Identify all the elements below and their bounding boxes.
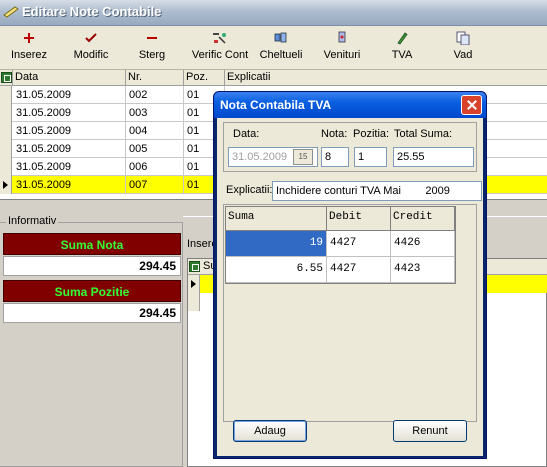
title-bar: Editare Note Contabile [0,0,547,26]
row-selector[interactable] [0,86,12,104]
venituri-button[interactable]: Venituri [320,30,364,66]
cell-debit[interactable]: 4427 [327,257,391,283]
column-header-debit[interactable]: Debit [327,207,391,231]
modific-button[interactable]: Modific [70,30,112,66]
nota-field[interactable]: 8 [321,147,349,167]
renunt-button[interactable]: Renunt [393,420,467,442]
column-header-nr[interactable]: Nr. [126,70,184,86]
suma-pozitie-label: Suma Pozitie [3,280,181,302]
current-row-arrow-icon [3,181,8,189]
current-row-arrow-icon [191,280,196,288]
sterg-button[interactable]: Sterg [132,30,172,66]
tva-dialog: Nota Contabila TVA Data: 31.05.2009 15 N… [213,91,487,459]
row-selector[interactable] [188,293,200,311]
total-suma-field[interactable]: 25.55 [393,147,474,167]
expenses-icon [274,32,287,43]
total-suma-label: Total Suma: [394,128,453,140]
cell-credit[interactable]: 4426 [391,231,455,257]
cell-nr: 004 [126,122,184,140]
income-icon [338,31,346,43]
accounts-frame: Suma Debit Credit 19 4427 4426 6.55 4427… [223,204,477,422]
cheltueli-button[interactable]: Cheltueli [258,30,304,66]
row-selector-current[interactable] [188,275,200,293]
cell-data: 31.05.2009 [13,104,126,122]
accounts-table[interactable]: Suma Debit Credit 19 4427 4426 6.55 4427… [225,206,456,284]
cell-nr: 003 [126,104,184,122]
adaug-button[interactable]: Adaug [233,420,307,442]
suma-nota-value: 294.45 [3,256,181,276]
info-panel: Informativ Suma Nota 294.45 Suma Pozitie… [0,215,183,467]
dialog-title: Nota Contabila TVA [220,98,332,112]
dialog-body: Data: 31.05.2009 15 Nota: 8 Pozitia: 1 T… [217,118,483,456]
nota-label: Nota: [321,128,348,140]
row-selector-current[interactable] [0,176,12,194]
cell-data: 31.05.2009 [13,140,126,158]
grid-header: Data Nr. Poz. Explicatii [0,70,547,86]
row-selector[interactable] [0,122,12,140]
window-title: Editare Note Contabile [22,4,162,19]
calendar-icon: 15 [298,152,308,161]
verify-account-icon [213,33,226,44]
header-fields-frame: Data: 31.05.2009 15 Nota: 8 Pozitia: 1 T… [223,122,477,172]
cell-data: 31.05.2009 [13,86,126,104]
vad-button[interactable]: Vad [448,30,478,66]
tva-button[interactable]: TVA [387,30,417,66]
column-header-credit[interactable]: Credit [391,207,455,231]
row-selector[interactable] [0,140,12,158]
column-header-suma[interactable]: Suma [226,207,327,231]
cell-nr: 006 [126,158,184,176]
cell-data: 31.05.2009 [13,176,126,194]
explicatii-field[interactable]: Inchidere conturi TVA Mai 2009 [272,181,482,201]
cell-data: 31.05.2009 [13,122,126,140]
inserez-button[interactable]: Inserez [8,30,50,66]
cell-suma[interactable]: 19 [226,231,327,257]
grid-corner[interactable] [0,70,13,86]
cell-debit[interactable]: 4427 [327,231,391,257]
pen-icon [397,32,408,45]
column-header-data[interactable]: Data [13,70,126,86]
grid-settings-icon[interactable] [189,261,200,272]
note-icon [3,6,19,18]
plus-icon [24,33,34,43]
verific-cont-button[interactable]: Verific Cont [191,30,249,66]
data-label: Data: [233,128,260,140]
dialog-title-bar[interactable]: Nota Contabila TVA [214,92,486,118]
minus-icon [147,37,157,39]
cell-suma[interactable]: 6.55 [226,257,327,283]
pozitia-label: Pozitia: [353,128,390,140]
close-button[interactable] [461,95,482,115]
calendar-button[interactable]: 15 [293,149,313,165]
toolbar: Inserez Modific Sterg Verific Cont Chelt… [0,26,547,70]
info-legend: Informativ [6,215,59,227]
grid-settings-icon [1,72,12,83]
column-header-explicatii[interactable]: Explicatii [225,70,547,86]
row-selector[interactable] [0,158,12,176]
pozitia-field[interactable]: 1 [354,147,387,167]
cell-nr: 005 [126,140,184,158]
cell-credit[interactable]: 4423 [391,257,455,283]
view-document-icon [456,31,470,45]
suma-nota-label: Suma Nota [3,233,181,255]
explicatii-label: Explicatii: [226,184,273,196]
row-selector[interactable] [0,104,12,122]
checkmark-icon [85,33,97,43]
column-header-poz[interactable]: Poz. [184,70,225,86]
cell-data: 31.05.2009 [13,158,126,176]
cell-nr: 002 [126,86,184,104]
suma-pozitie-value: 294.45 [3,303,181,323]
cell-nr: 007 [126,176,184,194]
